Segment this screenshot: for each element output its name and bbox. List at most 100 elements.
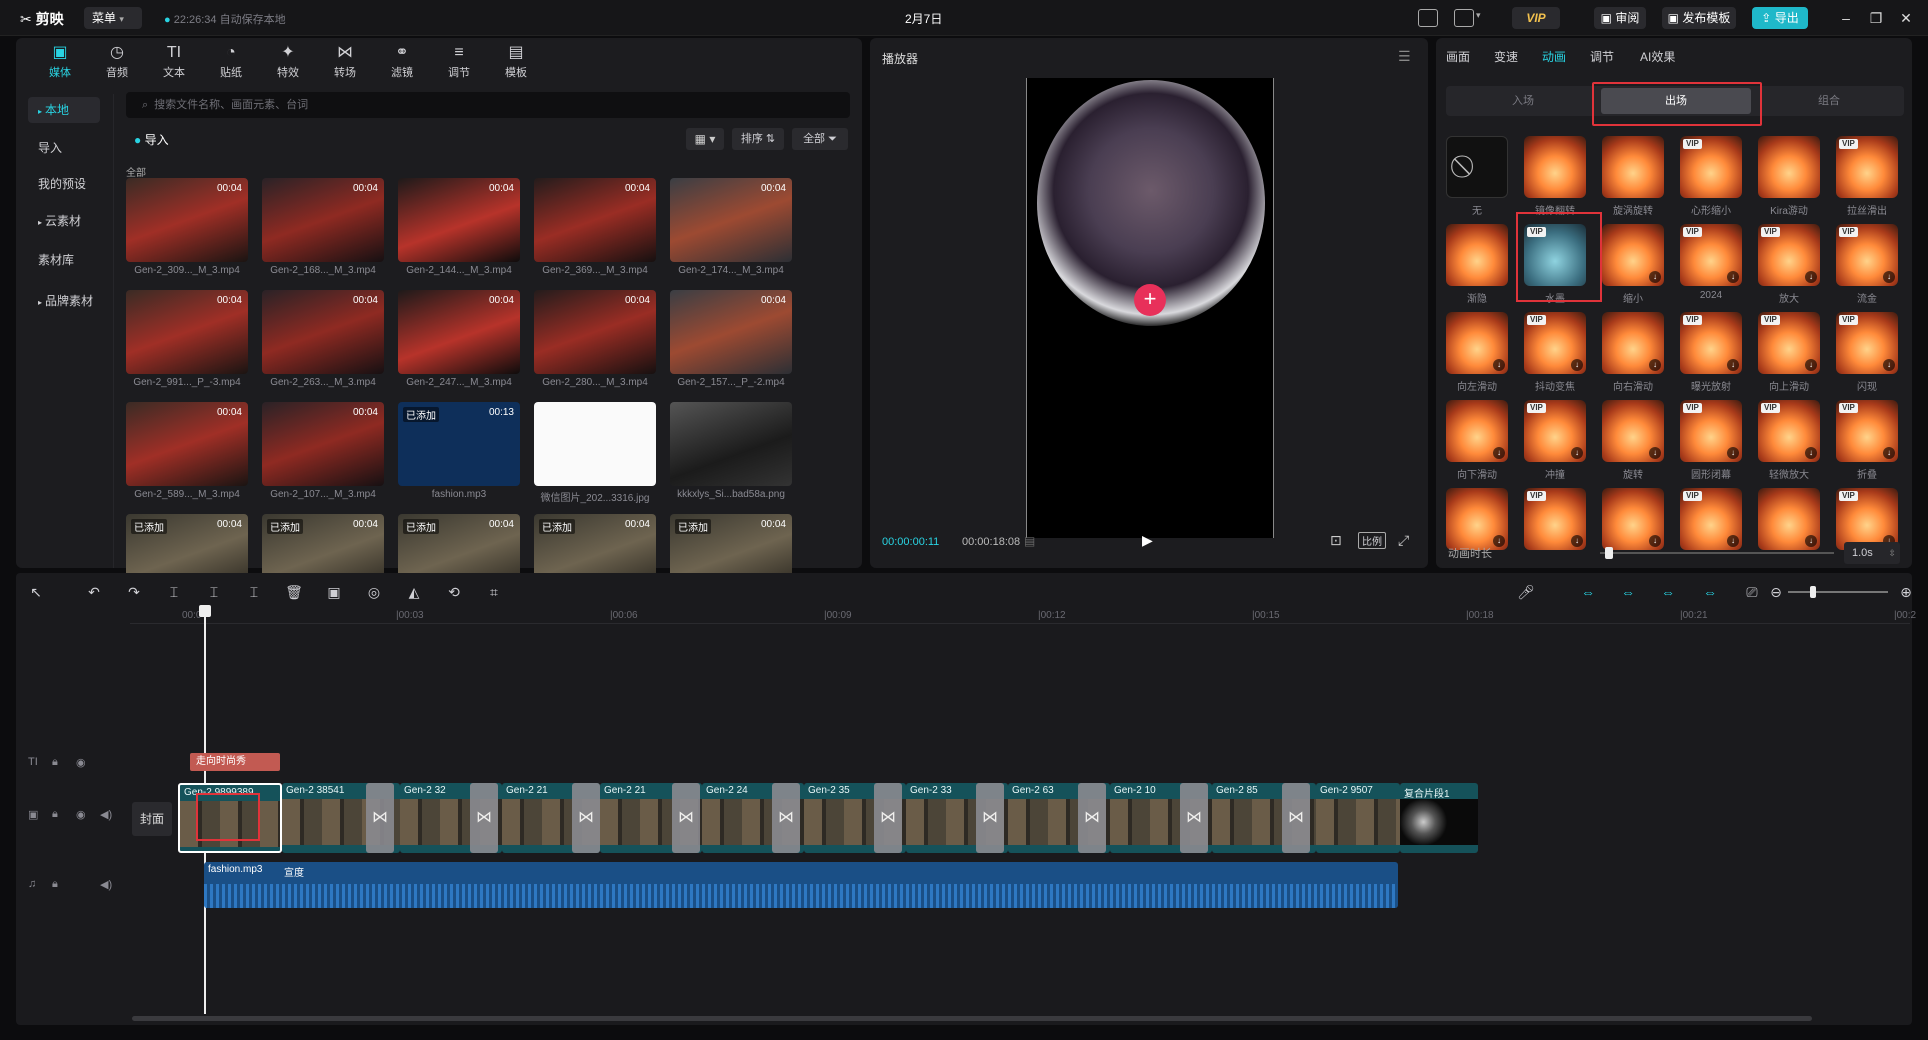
media-item[interactable]: 00:04 Gen-2_107..._M_3.mp4 — [262, 402, 384, 504]
download-icon[interactable]: ↓ — [1883, 359, 1895, 371]
keyboard-icon[interactable] — [1418, 9, 1438, 27]
crop-icon[interactable]: ⌗ — [484, 582, 504, 602]
download-icon[interactable]: ↓ — [1805, 271, 1817, 283]
inspector-tab-2[interactable]: 动画 — [1542, 48, 1566, 65]
animation-item[interactable]: VIP ↓ — [1522, 488, 1588, 574]
download-icon[interactable]: ↓ — [1727, 359, 1739, 371]
media-item[interactable]: 00:04 Gen-2_991..._P_-3.mp4 — [126, 290, 248, 392]
animation-item[interactable]: VIP ↓ 放大 — [1756, 224, 1822, 310]
download-icon[interactable]: ↓ — [1727, 535, 1739, 547]
import-button[interactable]: ● 导入 — [134, 131, 169, 148]
sidebar-item-3[interactable]: ▸ 云素材 — [28, 208, 100, 234]
download-icon[interactable]: ↓ — [1649, 535, 1661, 547]
tab-sticker[interactable]: ◔ 贴纸 — [203, 42, 259, 84]
timeline-scrollbar[interactable] — [132, 1016, 1812, 1021]
animation-item[interactable]: Kira游动 — [1756, 136, 1822, 222]
freeze-icon[interactable]: ▣ — [324, 582, 344, 602]
tab-media[interactable]: ▣ 媒体 — [32, 42, 88, 84]
lock-icon[interactable]: 🔒︎ — [52, 808, 58, 821]
animation-item[interactable]: ↓ 向右滑动 — [1600, 312, 1666, 398]
redo-icon[interactable]: ↷ — [124, 582, 144, 602]
animation-item[interactable]: 渐隐 — [1444, 224, 1510, 310]
preview-icon[interactable]: ⎚ — [1742, 582, 1762, 602]
tab-transition[interactable]: ⋈ 转场 — [317, 42, 373, 84]
animation-item[interactable]: VIP ↓ 冲撞 — [1522, 400, 1588, 486]
tab-effects[interactable]: ✦ 特效 — [260, 42, 316, 84]
text-clip[interactable]: 走向时尚秀 — [190, 753, 280, 771]
download-icon[interactable]: ↓ — [1649, 447, 1661, 459]
animation-item[interactable]: ↓ 向左滑动 — [1444, 312, 1510, 398]
segment-0[interactable]: 入场 — [1448, 88, 1598, 114]
mic-icon[interactable]: 🎤︎ — [1516, 582, 1536, 602]
animation-item[interactable]: ↓ — [1600, 488, 1666, 574]
duration-slider-thumb[interactable] — [1604, 547, 1613, 559]
layout-icon[interactable] — [1454, 9, 1474, 27]
transition-icon[interactable]: ⋈ — [874, 783, 902, 853]
ratio-button[interactable]: 比例 — [1358, 532, 1386, 549]
media-item[interactable]: 微信图片_202...3316.jpg — [534, 402, 656, 504]
download-icon[interactable]: ↓ — [1805, 359, 1817, 371]
main-menu-button[interactable]: 菜单 ▾ — [84, 7, 142, 29]
animation-item[interactable]: VIP ↓ 轻微放大 — [1756, 400, 1822, 486]
inspector-tab-3[interactable]: 调节 — [1590, 48, 1614, 65]
animation-item[interactable]: ↓ 缩小 — [1600, 224, 1666, 310]
transition-icon[interactable]: ⋈ — [976, 783, 1004, 853]
cover-button[interactable]: 封面 — [132, 802, 172, 836]
filter-button[interactable]: 全部 ⏷ — [792, 128, 848, 150]
tab-template[interactable]: ▤ 模板 — [488, 42, 544, 84]
select-icon[interactable]: ↖ — [26, 582, 46, 602]
duration-slider-track[interactable] — [1600, 552, 1834, 554]
download-icon[interactable]: ↓ — [1571, 535, 1583, 547]
compound-clip[interactable]: 复合片段1 — [1400, 783, 1478, 853]
zoom-in-icon[interactable]: ⊕ — [1896, 582, 1916, 602]
media-item[interactable]: kkkxlys_Si...bad58a.png — [670, 402, 792, 504]
sidebar-item-5[interactable]: ▸ 品牌素材 — [28, 288, 100, 314]
media-item[interactable]: 00:04 Gen-2_309..._M_3.mp4 — [126, 178, 248, 280]
animation-item[interactable]: VIP ↓ 向上滑动 — [1756, 312, 1822, 398]
media-item[interactable]: 00:04 Gen-2_263..._M_3.mp4 — [262, 290, 384, 392]
media-item[interactable]: 00:04 Gen-2_174..._M_3.mp4 — [670, 178, 792, 280]
rotate-icon[interactable]: ⟲ — [444, 582, 464, 602]
download-icon[interactable]: ↓ — [1493, 359, 1505, 371]
animation-item[interactable]: VIP 心形缩小 — [1678, 136, 1744, 222]
inspector-tab-4[interactable]: AI效果 — [1640, 48, 1675, 65]
tab-audio[interactable]: ◷ 音频 — [89, 42, 145, 84]
download-icon[interactable]: ↓ — [1727, 271, 1739, 283]
animation-item[interactable]: VIP ↓ 折叠 — [1834, 400, 1900, 486]
media-item[interactable]: 00:04 Gen-2_168..._M_3.mp4 — [262, 178, 384, 280]
download-icon[interactable]: ↓ — [1805, 535, 1817, 547]
screenshot-icon[interactable]: ⊡ — [1330, 532, 1342, 549]
animation-item[interactable]: ⃠无 — [1444, 136, 1510, 222]
sidebar-item-4[interactable]: 素材库 — [28, 247, 100, 273]
media-item[interactable]: 00:04 Gen-2_369..._M_3.mp4 — [534, 178, 656, 280]
sidebar-item-2[interactable]: 我的预设 — [28, 171, 100, 197]
animation-item[interactable]: VIP ↓ 抖动变焦 — [1522, 312, 1588, 398]
animation-item[interactable]: ↓ — [1756, 488, 1822, 574]
close-icon[interactable]: ✕ — [1896, 8, 1916, 28]
download-icon[interactable]: ↓ — [1493, 535, 1505, 547]
download-icon[interactable]: ↓ — [1649, 271, 1661, 283]
sort-button[interactable]: 排序 ⇅ — [732, 128, 784, 150]
eye-icon[interactable]: ◉ — [76, 756, 86, 769]
zoom-slider-thumb[interactable] — [1810, 586, 1816, 598]
tab-text[interactable]: TI 文本 — [146, 42, 202, 84]
animation-item[interactable]: VIP 拉丝滑出 — [1834, 136, 1900, 222]
download-icon[interactable]: ↓ — [1649, 359, 1661, 371]
animation-item[interactable]: VIP ↓ — [1678, 488, 1744, 574]
download-icon[interactable]: ↓ — [1727, 447, 1739, 459]
undo-icon[interactable]: ↶ — [84, 582, 104, 602]
transition-icon[interactable]: ⋈ — [1180, 783, 1208, 853]
duration-value-input[interactable]: 1.0s ⇳ — [1844, 542, 1900, 564]
media-item[interactable]: 00:04 Gen-2_247..._M_3.mp4 — [398, 290, 520, 392]
media-item[interactable]: 00:04 Gen-2_280..._M_3.mp4 — [534, 290, 656, 392]
speaker-icon[interactable]: ◀) — [100, 808, 112, 821]
animation-item[interactable]: VIP ↓ 圆形闭幕 — [1678, 400, 1744, 486]
transition-icon[interactable]: ⋈ — [1282, 783, 1310, 853]
animation-item[interactable]: 旋涡旋转 — [1600, 136, 1666, 222]
inspector-tab-0[interactable]: 画面 — [1446, 48, 1470, 65]
mirror-icon[interactable]: ◭ — [404, 582, 424, 602]
segment-2[interactable]: 组合 — [1754, 88, 1904, 114]
magnet-icon[interactable]: ⇔ — [1618, 582, 1638, 602]
split-left-icon[interactable]: ⌶ — [204, 582, 224, 602]
maximize-icon[interactable]: ❐ — [1866, 8, 1886, 28]
